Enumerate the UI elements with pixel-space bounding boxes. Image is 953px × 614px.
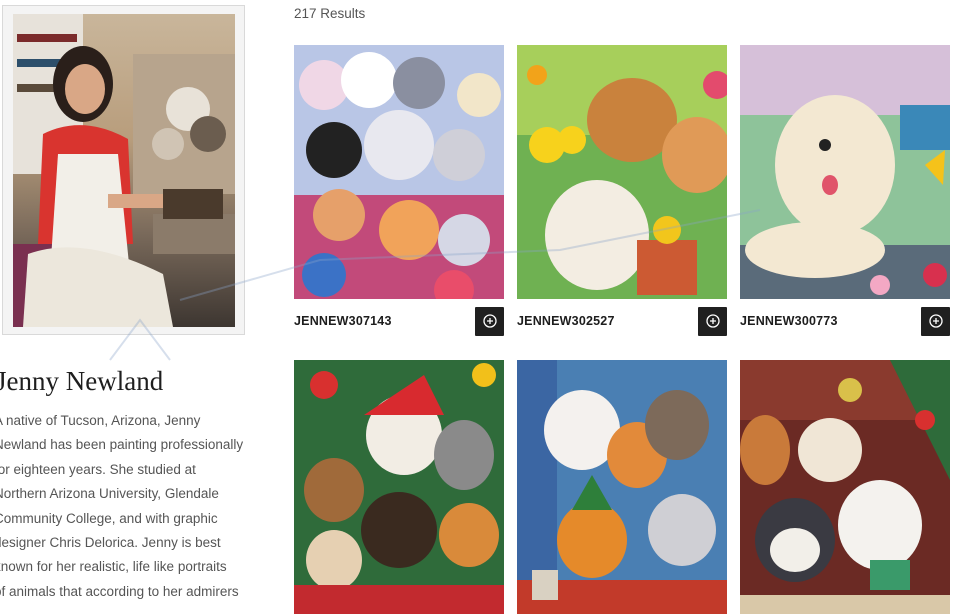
product-card: JENNEW300773 <box>740 45 950 343</box>
product-card: JENNEW307143 <box>294 45 504 343</box>
product-thumbnail[interactable] <box>294 360 504 614</box>
add-circle-icon <box>482 314 497 328</box>
bio-line: of animals that according to her admirer… <box>0 583 239 599</box>
bio-line: Community College, and with graphic <box>0 510 218 526</box>
artist-photo-frame <box>2 5 245 335</box>
bio-line: for eighteen years. She studied at <box>0 461 196 477</box>
product-card: JENNEW302527 <box>517 45 727 343</box>
add-circle-icon <box>928 314 943 328</box>
product-thumbnail[interactable] <box>294 45 504 299</box>
bio-line: Newland has been painting professionally <box>0 437 244 453</box>
results-count: 217 Results <box>294 6 366 21</box>
product-sku[interactable]: JENNEW302527 <box>517 314 615 328</box>
artist-photo <box>13 14 235 327</box>
product-thumbnail[interactable] <box>740 45 950 299</box>
product-sku[interactable]: JENNEW300773 <box>740 314 838 328</box>
add-to-list-button[interactable] <box>698 306 727 336</box>
bio-line: designer Chris Delorica. Jenny is best <box>0 535 221 551</box>
artist-name: Jenny Newland <box>0 366 164 396</box>
bio-line: A native of Tucson, Arizona, Jenny <box>0 413 201 428</box>
product-thumbnail[interactable] <box>517 45 727 299</box>
artist-bio: A native of Tucson, Arizona, Jenny Newla… <box>0 409 256 604</box>
product-card <box>740 360 950 614</box>
product-card <box>294 360 504 614</box>
bio-line: Northern Arizona University, Glendale <box>0 486 219 502</box>
product-card <box>517 360 727 614</box>
product-thumbnail[interactable] <box>517 360 727 614</box>
product-thumbnail[interactable] <box>740 360 950 614</box>
bio-line: known for her realistic, life like portr… <box>0 559 227 575</box>
add-circle-icon <box>705 314 720 328</box>
add-to-list-button[interactable] <box>475 306 504 336</box>
add-to-list-button[interactable] <box>921 306 950 336</box>
product-sku[interactable]: JENNEW307143 <box>294 314 392 328</box>
